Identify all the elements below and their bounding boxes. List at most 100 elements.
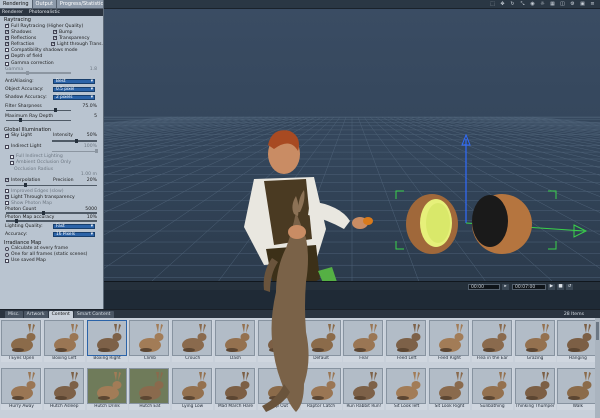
improved-edges-checkbox[interactable] (5, 189, 9, 194)
library-item-thumbnail[interactable] (386, 320, 427, 356)
renderer-value[interactable]: Photorealistic (29, 10, 60, 15)
library-item-thumbnail[interactable] (172, 320, 213, 356)
light-through-trans-checkbox[interactable] (50, 41, 56, 47)
stop-button[interactable]: ■ (557, 284, 564, 290)
library-item-thumbnail[interactable] (386, 368, 427, 404)
compat-shadows-checkbox[interactable] (5, 48, 9, 53)
library-item-thumbnail[interactable] (43, 368, 84, 404)
refraction-checkbox[interactable] (5, 41, 10, 47)
library-item[interactable]: Hanging (557, 320, 599, 362)
library-item-thumbnail[interactable] (172, 368, 213, 404)
antialiasing-select[interactable]: Best (53, 79, 95, 84)
library-item[interactable]: Dash (215, 320, 256, 362)
lighting-quality-select[interactable]: Fast (53, 224, 95, 229)
scale-icon[interactable]: ⤡ (519, 1, 526, 7)
library-item-thumbnail[interactable] (257, 368, 298, 404)
reflections-checkbox[interactable] (5, 35, 10, 41)
time-step-button[interactable]: ▸ (502, 284, 509, 290)
filter-sharpness-knob[interactable] (54, 108, 58, 113)
one-for-all-radio[interactable] (5, 252, 9, 257)
library-item[interactable]: Peep Out (257, 368, 299, 410)
library-item-thumbnail[interactable] (514, 320, 555, 356)
library-item[interactable]: Climb (129, 320, 171, 362)
library-item-thumbnail[interactable] (129, 320, 170, 356)
library-item-thumbnail[interactable] (43, 320, 84, 356)
library-scrollbar[interactable] (595, 318, 600, 418)
tab-content[interactable]: Content (48, 311, 73, 318)
library-item[interactable]: Walk (557, 368, 599, 410)
play-button[interactable]: ▶ (548, 284, 555, 290)
library-item-thumbnail[interactable] (300, 368, 341, 404)
library-item-thumbnail[interactable] (257, 320, 298, 356)
library-item[interactable] (257, 320, 299, 362)
intensity-knob[interactable] (74, 138, 78, 143)
view-icon[interactable]: ◫ (559, 1, 566, 7)
library-item-thumbnail[interactable] (215, 320, 255, 356)
tab-rendering[interactable]: Rendering (0, 0, 33, 8)
light-icon[interactable]: ☼ (539, 1, 546, 7)
precision-knob[interactable] (24, 183, 28, 188)
select-icon[interactable]: ⬚ (489, 1, 496, 7)
menu-icon[interactable]: ≡ (589, 1, 596, 7)
library-item[interactable]: Hurry Away (1, 368, 42, 410)
coconut-half-right[interactable] (472, 194, 532, 254)
accuracy-select[interactable]: 16 Pixels (53, 232, 95, 237)
library-item-thumbnail[interactable] (1, 320, 41, 356)
library-item-thumbnail[interactable] (557, 320, 598, 356)
library-item[interactable]: Boxing Left (43, 320, 85, 362)
library-scroll-thumb[interactable] (596, 322, 599, 340)
library-item-thumbnail[interactable] (86, 320, 127, 356)
rotate-icon[interactable]: ↻ (509, 1, 516, 7)
tab-artwork[interactable]: Artwork (23, 311, 48, 318)
gear-icon[interactable]: ⚙ (569, 1, 576, 7)
library-item[interactable]: I Eyes Open (1, 320, 42, 362)
library-item-thumbnail[interactable] (86, 368, 127, 404)
3d-viewport[interactable]: ⬚ ✥ ↻ ⤡ ◉ ☼ ▦ ◫ ⚙ ▣ ≡ 00:00 ▸ 00:07:00 ▶… (104, 0, 600, 290)
full-raytracing-checkbox[interactable] (5, 22, 10, 28)
tab-progress-statistics[interactable]: Progress/Statistics (57, 0, 103, 8)
move-icon[interactable]: ✥ (499, 1, 506, 7)
light-through-transparency-checkbox[interactable] (5, 194, 10, 200)
use-saved-map-checkbox[interactable] (5, 258, 9, 263)
library-item-thumbnail[interactable] (215, 368, 255, 404)
camera-icon[interactable]: ◉ (529, 1, 536, 7)
library-item-thumbnail[interactable] (343, 368, 384, 404)
shadows-checkbox[interactable] (5, 29, 10, 35)
layout-icon[interactable]: ▣ (579, 1, 586, 7)
time-field-current[interactable]: 00:00 (468, 284, 500, 290)
renderer-label[interactable]: Renderer (2, 10, 23, 15)
intensity-slider[interactable] (52, 138, 97, 143)
sky-light-checkbox[interactable] (5, 132, 10, 138)
coconut-half-left[interactable] (406, 194, 458, 254)
gamma-slider[interactable] (6, 70, 71, 75)
filter-sharpness-slider[interactable] (6, 108, 71, 113)
bump-checkbox[interactable] (53, 29, 58, 35)
library-item-thumbnail[interactable] (429, 368, 469, 404)
photon-map-accuracy-knob[interactable] (15, 218, 19, 223)
library-item-thumbnail[interactable] (1, 368, 41, 404)
library-item[interactable]: Sit Look Right (429, 368, 470, 410)
max-ray-depth-slider[interactable] (6, 118, 71, 123)
photon-count-slider[interactable] (6, 210, 97, 215)
library-item[interactable]: Thinking Thumper (514, 368, 556, 410)
library-item[interactable]: Raptor Catch (300, 368, 342, 410)
library-item[interactable]: Fear (343, 320, 385, 362)
library-item-thumbnail[interactable] (429, 320, 469, 356)
library-item-thumbnail[interactable] (300, 320, 341, 356)
shadow-accuracy-select[interactable]: 2 pixels (53, 95, 95, 100)
library-item[interactable]: Feed Left (386, 320, 428, 362)
calc-every-frame-radio[interactable] (5, 246, 9, 251)
library-item[interactable]: Hutch Drink (86, 368, 128, 410)
library-item[interactable]: Flea in the Ear (471, 320, 513, 362)
library-item-thumbnail[interactable] (471, 320, 512, 356)
library-item[interactable]: Crouch (172, 320, 214, 362)
library-item[interactable]: Lying Low (172, 368, 214, 410)
tab-smart-content[interactable]: Smart Content (73, 311, 114, 318)
library-item[interactable]: Hutch Asleep (43, 368, 85, 410)
photon-map-accuracy-slider[interactable] (6, 218, 97, 223)
ambient-occlusion-radio[interactable] (10, 160, 14, 165)
library-item[interactable]: Run Rabbit Run! (343, 368, 385, 410)
depth-of-field-checkbox[interactable] (5, 53, 10, 59)
time-field-end[interactable]: 00:07:00 (512, 284, 546, 290)
library-item[interactable]: Grazing (514, 320, 556, 362)
